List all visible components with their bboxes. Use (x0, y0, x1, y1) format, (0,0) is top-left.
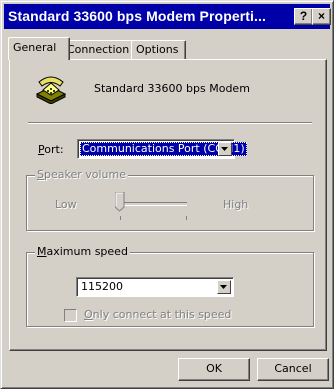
volume-slider-track[interactable] (119, 202, 187, 206)
port-dropdown-arrow-button[interactable] (218, 142, 232, 156)
tab-options[interactable]: Options (131, 40, 186, 59)
volume-high-label: High (223, 198, 249, 211)
separator-line (28, 122, 312, 124)
general-tab-panel: Standard 33600 bps Modem Port: Communica… (9, 59, 327, 351)
speaker-volume-group: Speaker volume Low High (26, 168, 314, 231)
maximum-speed-dropdown[interactable]: 115200 (76, 277, 234, 297)
speed-selected-value: 115200 (81, 280, 123, 293)
telephone-modem-icon (35, 76, 67, 104)
modem-name-label: Standard 33600 bps Modem (94, 82, 250, 95)
title-bar[interactable]: Standard 33600 bps Modem Properti... ? × (4, 4, 331, 29)
speaker-volume-title: Speaker volume (35, 168, 128, 181)
window-title: Standard 33600 bps Modem Properti... (8, 8, 266, 24)
volume-tick-low (120, 216, 121, 220)
modem-properties-dialog: Standard 33600 bps Modem Properti... ? ×… (0, 0, 334, 389)
ok-button[interactable]: OK (178, 358, 250, 381)
chevron-down-icon (221, 147, 228, 151)
volume-tick-high (186, 216, 187, 220)
only-connect-label: Only connect at this speed (84, 308, 232, 321)
cancel-button[interactable]: Cancel (257, 358, 329, 381)
speed-dropdown-arrow-button[interactable] (217, 280, 231, 294)
help-button[interactable]: ? (294, 8, 313, 25)
chevron-down-icon (220, 285, 227, 289)
volume-slider-thumb[interactable] (115, 192, 125, 212)
maximum-speed-title: Maximum speed (35, 245, 130, 258)
tab-general[interactable]: General (8, 37, 70, 60)
volume-low-label: Low (55, 198, 77, 211)
port-label: Port: (38, 143, 64, 156)
only-connect-checkbox[interactable] (64, 309, 77, 322)
port-dropdown[interactable]: Communications Port (COM1) (77, 139, 247, 159)
tab-connection[interactable]: Connection (62, 40, 139, 59)
close-button[interactable]: × (312, 8, 331, 25)
